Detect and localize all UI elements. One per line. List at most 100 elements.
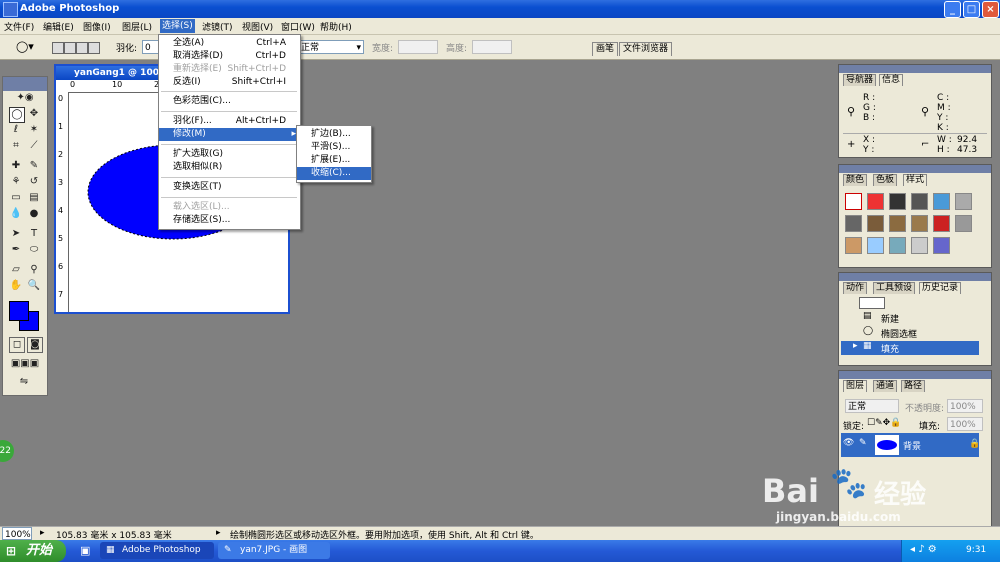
tab-brushes[interactable]: 画笔 bbox=[592, 42, 619, 56]
tab-file-browser[interactable]: 文件浏览器 bbox=[619, 42, 673, 56]
layer-row-background[interactable]: 👁 ✎ 背景 🔒 bbox=[841, 433, 980, 457]
toolbox-header[interactable] bbox=[3, 77, 47, 91]
tab-paths[interactable]: 路径 bbox=[901, 380, 926, 392]
style-swatch[interactable] bbox=[889, 215, 906, 232]
quick-mask-icon[interactable]: ◙ bbox=[27, 337, 43, 353]
clone-stamp-icon[interactable]: ⚘ bbox=[9, 175, 23, 189]
menu-load-selection[interactable]: 载入选区(L)... bbox=[159, 201, 300, 214]
blend-mode-select[interactable]: 正常 bbox=[845, 399, 899, 413]
style-swatch[interactable] bbox=[867, 215, 884, 232]
menu-transform-selection[interactable]: 变换选区(T) bbox=[159, 181, 300, 194]
style-swatch-none[interactable] bbox=[845, 193, 862, 210]
menu-image[interactable]: 图像(I) bbox=[83, 20, 111, 33]
slice-tool-icon[interactable]: ⟋ bbox=[27, 139, 41, 153]
move-tool-icon[interactable]: ✥ bbox=[27, 107, 41, 121]
menu-save-selection[interactable]: 存储选区(S)... bbox=[159, 214, 300, 227]
gradient-tool-icon[interactable]: ▤ bbox=[27, 191, 41, 205]
zoom-tool-icon[interactable]: 🔍 bbox=[27, 279, 41, 293]
intersect-selection-icon[interactable] bbox=[88, 42, 100, 54]
tab-channels[interactable]: 通道 bbox=[873, 380, 898, 392]
shape-tool-icon[interactable]: ⬭ bbox=[27, 243, 41, 257]
taskbar-item-photoshop[interactable]: ▦ Adobe Photoshop bbox=[100, 542, 214, 559]
healing-brush-icon[interactable]: ✚ bbox=[9, 159, 23, 173]
minimize-button[interactable]: _ bbox=[944, 1, 961, 18]
height-input[interactable] bbox=[472, 40, 512, 54]
notes-tool-icon[interactable]: ▱ bbox=[9, 263, 23, 277]
tab-history[interactable]: 历史记录 bbox=[919, 282, 962, 294]
start-button[interactable]: ⊞ 开始 bbox=[0, 540, 66, 562]
menu-inverse[interactable]: 反选(I) Shift+Ctrl+I bbox=[159, 76, 300, 89]
menu-grow[interactable]: 扩大选取(G) bbox=[159, 148, 300, 161]
eraser-tool-icon[interactable]: ▭ bbox=[9, 191, 23, 205]
style-swatch[interactable] bbox=[911, 237, 928, 254]
zoom-input[interactable]: 100% bbox=[2, 527, 32, 540]
marquee-tool-preset-icon[interactable]: ◯▾ bbox=[16, 40, 34, 53]
style-swatch[interactable] bbox=[933, 193, 950, 210]
panel-header[interactable] bbox=[839, 65, 991, 73]
tab-layers[interactable]: 图层 bbox=[843, 380, 868, 392]
style-swatch[interactable] bbox=[933, 237, 950, 254]
tab-swatches[interactable]: 色板 bbox=[873, 174, 898, 186]
history-item[interactable]: ▤ 新建 bbox=[841, 311, 979, 325]
panel-header[interactable] bbox=[839, 371, 991, 379]
menu-feather[interactable]: 羽化(F)... Alt+Ctrl+D bbox=[159, 115, 300, 128]
menu-color-range[interactable]: 色彩范围(C)... bbox=[159, 95, 300, 108]
add-selection-icon[interactable] bbox=[64, 42, 76, 54]
magic-wand-icon[interactable]: ✶ bbox=[27, 123, 41, 137]
style-swatch[interactable] bbox=[911, 193, 928, 210]
menu-help[interactable]: 帮助(H) bbox=[320, 20, 352, 33]
pen-tool-icon[interactable]: ✒ bbox=[9, 243, 23, 257]
style-swatch[interactable] bbox=[889, 193, 906, 210]
menu-filter[interactable]: 滤镜(T) bbox=[202, 20, 233, 33]
tab-actions[interactable]: 动作 bbox=[843, 282, 868, 294]
menu-file[interactable]: 文件(F) bbox=[4, 20, 34, 33]
eyedropper-icon[interactable]: ⚲ bbox=[27, 263, 41, 277]
lock-icons[interactable]: ☐✎✥🔒 bbox=[867, 418, 901, 428]
menu-modify[interactable]: 修改(M) ▸ bbox=[159, 128, 300, 141]
menu-reselect[interactable]: 重新选择(E) Shift+Ctrl+D bbox=[159, 63, 300, 76]
lasso-tool-icon[interactable]: ℓ bbox=[9, 123, 23, 137]
style-swatch[interactable] bbox=[955, 193, 972, 210]
foreground-color-swatch[interactable] bbox=[9, 301, 29, 321]
screen-mode-icons[interactable]: ▣▣▣ bbox=[5, 357, 45, 371]
width-input[interactable] bbox=[398, 40, 438, 54]
standard-mode-icon[interactable]: ◻ bbox=[9, 337, 25, 353]
style-swatch[interactable] bbox=[845, 237, 862, 254]
brush-link-icon[interactable]: ✎ bbox=[859, 438, 867, 448]
maximize-button[interactable]: □ bbox=[963, 1, 980, 18]
menu-window[interactable]: 窗口(W) bbox=[281, 20, 315, 33]
tray-icons[interactable]: ◂ ♪ ⚙ bbox=[910, 544, 937, 555]
new-selection-icon[interactable] bbox=[52, 42, 64, 54]
menu-similar[interactable]: 选取相似(R) bbox=[159, 161, 300, 174]
style-swatch[interactable] bbox=[845, 215, 862, 232]
close-button[interactable]: × bbox=[982, 1, 999, 18]
style-swatch[interactable] bbox=[867, 193, 884, 210]
jump-to-imageready-icon[interactable]: ⇋ bbox=[9, 375, 39, 389]
menu-expand[interactable]: 扩展(E)... bbox=[297, 154, 371, 167]
history-item-selected[interactable]: ▸ ▦ 填充 bbox=[841, 341, 979, 355]
tab-styles[interactable]: 样式 bbox=[903, 174, 928, 186]
menu-edit[interactable]: 编辑(E) bbox=[43, 20, 74, 33]
quick-launch-icon[interactable]: ▣ bbox=[80, 544, 90, 557]
menu-layer[interactable]: 图层(L) bbox=[122, 20, 152, 33]
menu-view[interactable]: 视图(V) bbox=[242, 20, 273, 33]
panel-header[interactable] bbox=[839, 273, 991, 281]
brush-tool-icon[interactable]: ✎ bbox=[27, 159, 41, 173]
text-tool-icon[interactable]: T bbox=[27, 227, 41, 241]
snapshot-thumbnail[interactable] bbox=[859, 297, 885, 309]
photoshop-logo-icon[interactable]: ✦◉ bbox=[7, 91, 43, 105]
fill-input[interactable]: 100% bbox=[947, 417, 983, 431]
dodge-tool-icon[interactable]: ● bbox=[27, 207, 41, 221]
hand-tool-icon[interactable]: ✋ bbox=[9, 279, 23, 293]
style-swatch[interactable] bbox=[933, 215, 950, 232]
panel-header[interactable] bbox=[839, 165, 991, 173]
subtract-selection-icon[interactable] bbox=[76, 42, 88, 54]
tab-tool-presets[interactable]: 工具预设 bbox=[873, 282, 916, 294]
menu-select-all[interactable]: 全选(A) Ctrl+A bbox=[159, 37, 300, 50]
style-select[interactable]: 正常 ▾ bbox=[298, 40, 364, 54]
opacity-input[interactable]: 100% bbox=[947, 399, 983, 413]
menu-select[interactable]: 选择(S) bbox=[160, 19, 195, 33]
tab-info[interactable]: 信息 bbox=[879, 74, 904, 86]
history-item[interactable]: ◯ 椭圆选框 bbox=[841, 326, 979, 340]
tab-navigator[interactable]: 导航器 bbox=[843, 74, 877, 86]
